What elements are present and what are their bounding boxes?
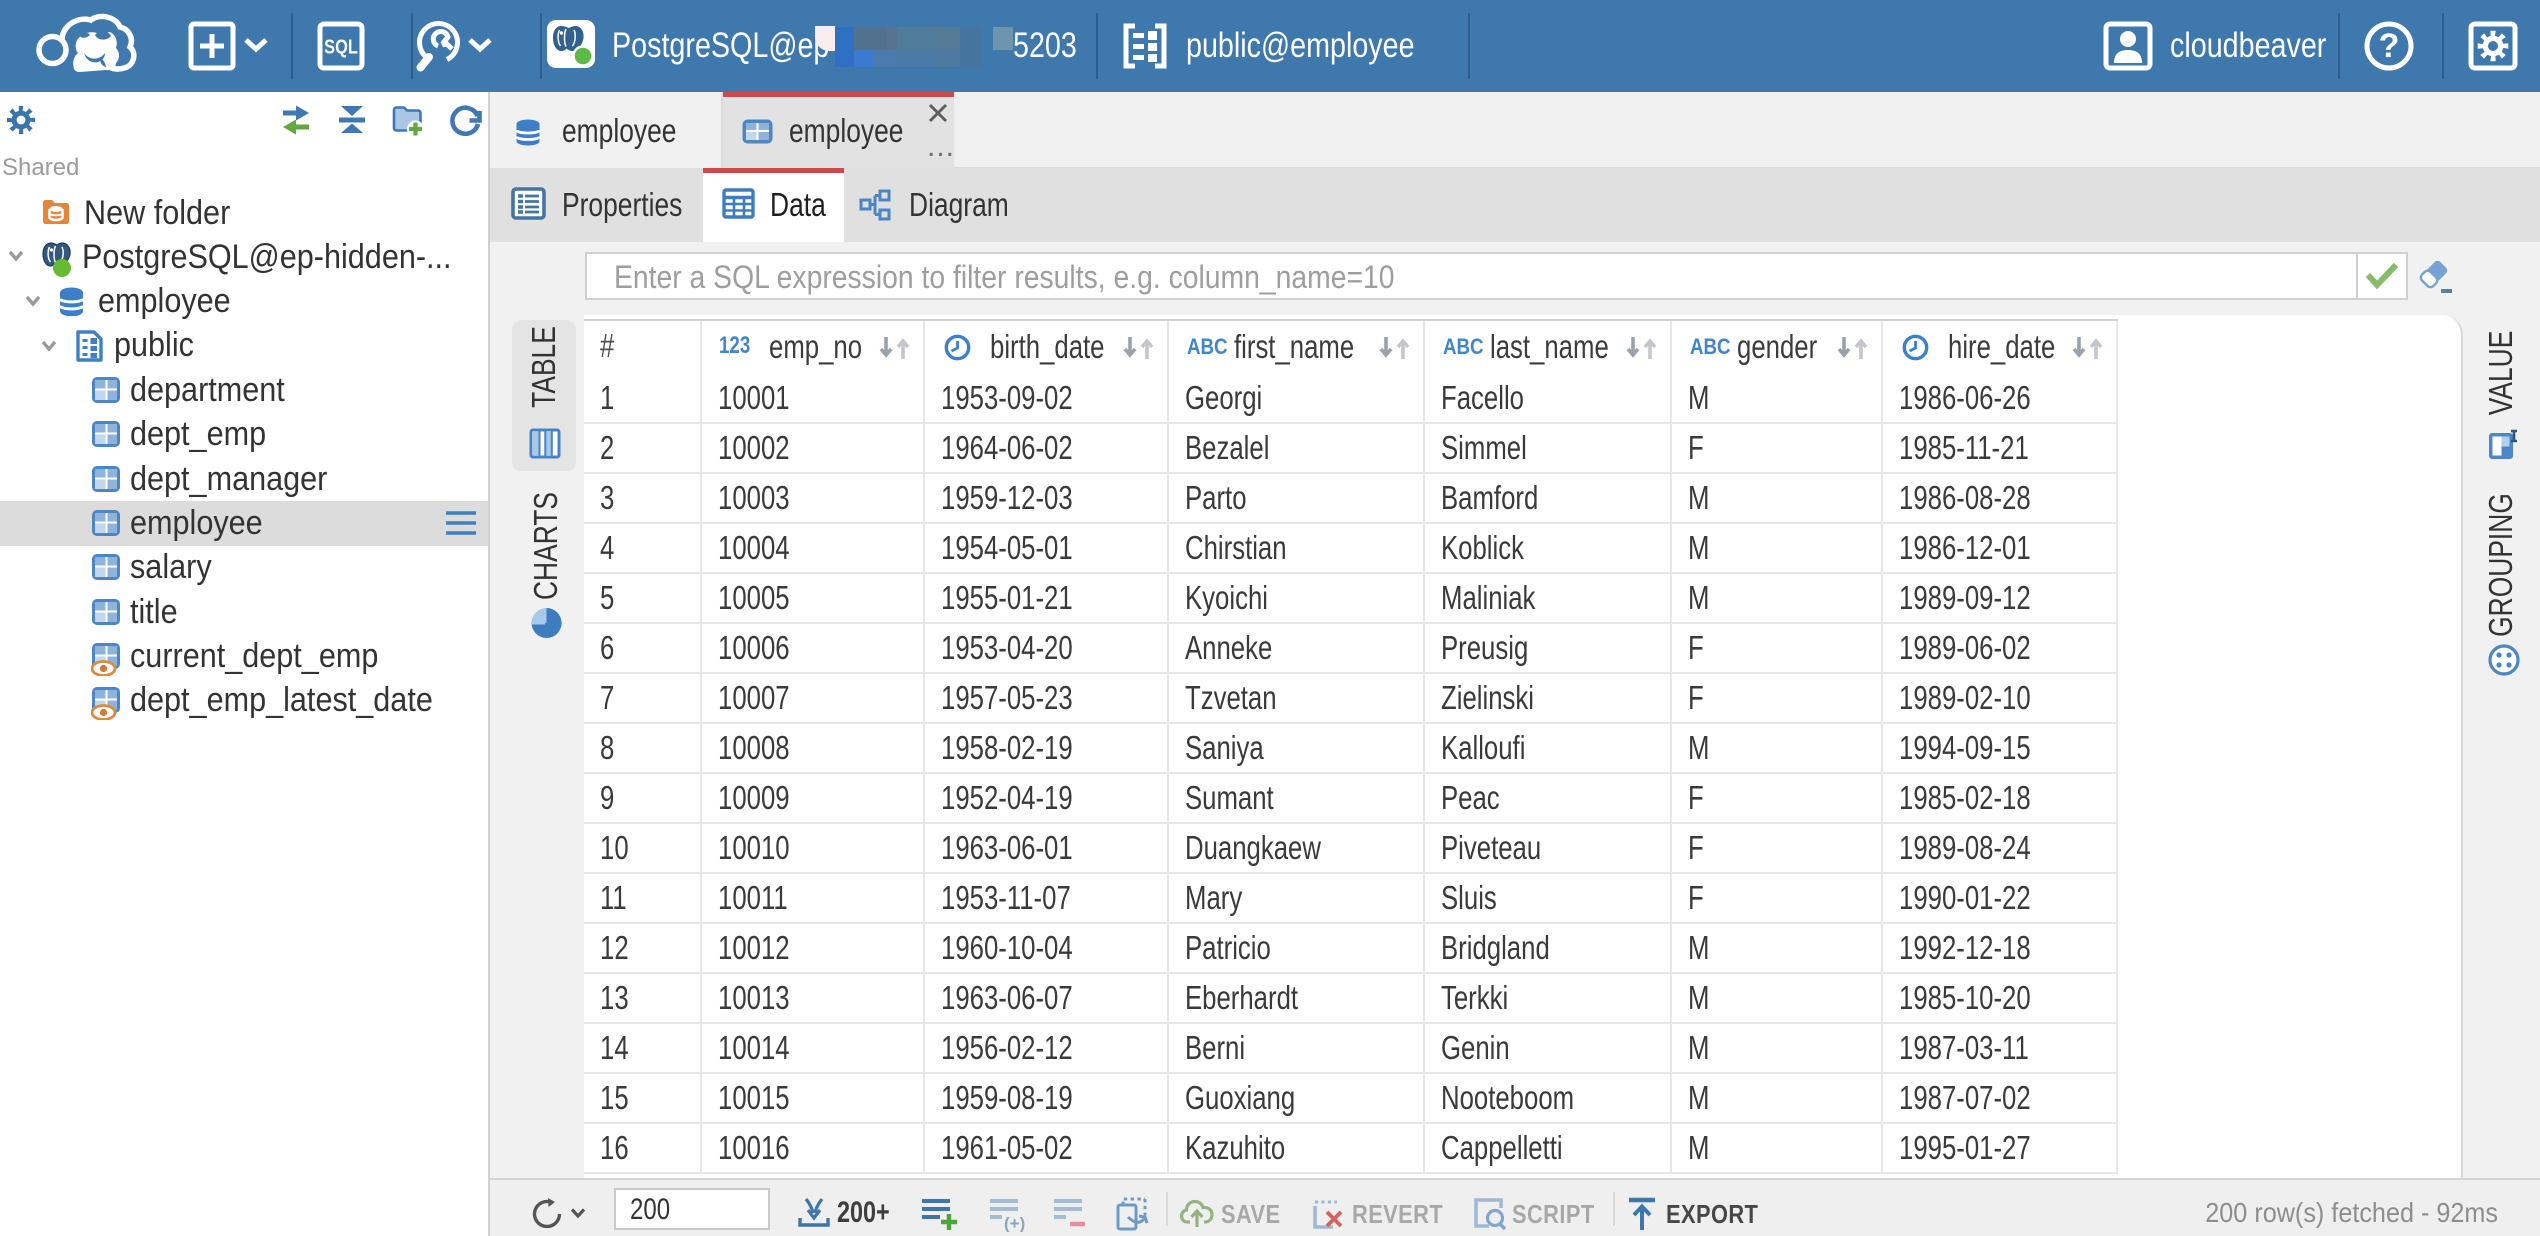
svg-text:(+): (+) — [1004, 1214, 1025, 1232]
svg-text:?: ? — [2379, 27, 2400, 65]
svg-text:SQL: SQL — [324, 35, 358, 58]
